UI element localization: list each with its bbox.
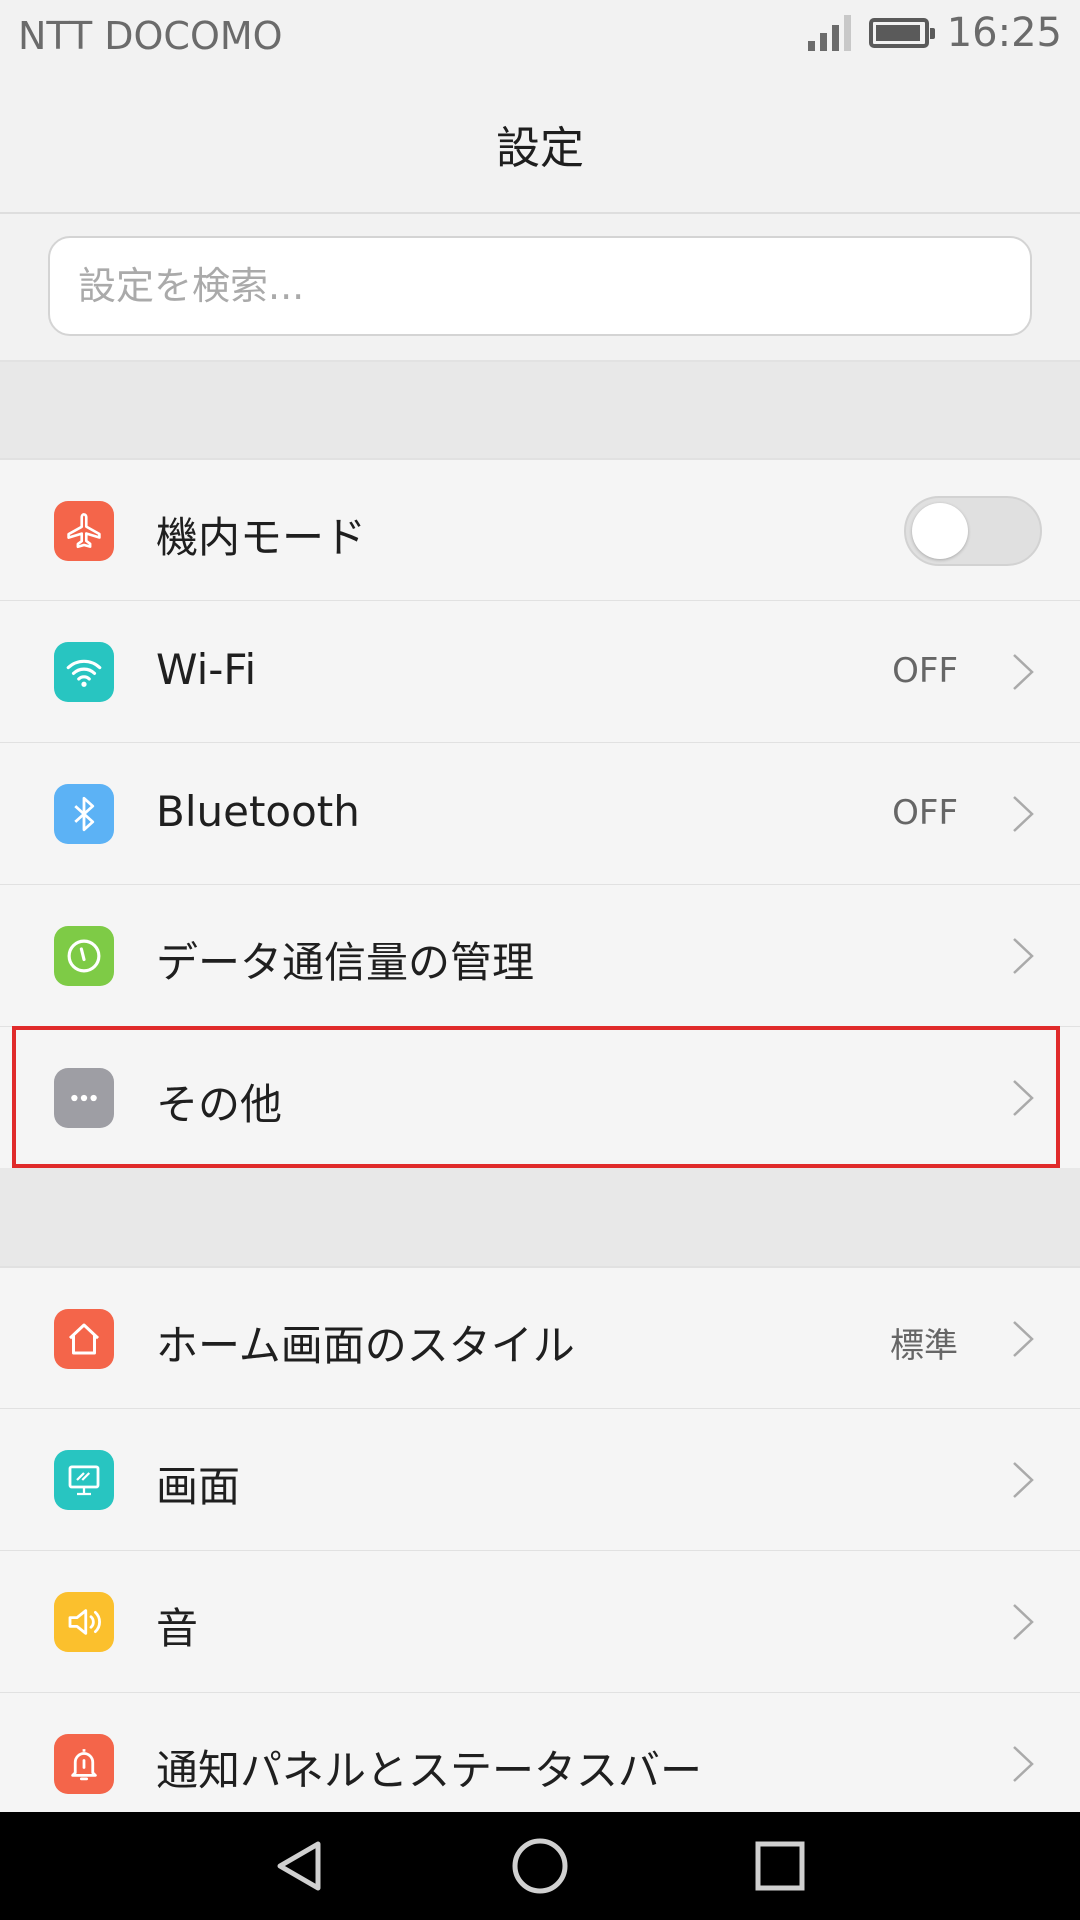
settings-group-device: ホーム画面のスタイル 標準 画面 音 通知パネルとステータスバー xyxy=(0,1266,1080,1834)
navigation-bar xyxy=(0,1812,1080,1920)
battery-icon xyxy=(868,18,935,48)
settings-item-wifi[interactable]: Wi-Fi OFF xyxy=(0,600,1080,742)
sound-label: 音 xyxy=(156,1604,199,1653)
chevron-right-icon xyxy=(1013,1080,1034,1116)
chevron-right-icon xyxy=(1013,1604,1034,1640)
settings-item-display[interactable]: 画面 xyxy=(0,1408,1080,1550)
settings-group-connectivity: 機内モード Wi-Fi OFF Bluetooth OFF データ通信量の管理 … xyxy=(0,458,1080,1168)
data-usage-icon xyxy=(54,926,114,986)
sound-icon xyxy=(54,1592,114,1652)
carrier-label: NTT DOCOMO xyxy=(18,14,283,58)
airplane-icon xyxy=(54,501,114,561)
home-icon xyxy=(54,1309,114,1369)
section-divider xyxy=(0,362,1080,458)
settings-item-data-usage[interactable]: データ通信量の管理 xyxy=(0,884,1080,1026)
home-circle-icon[interactable] xyxy=(510,1836,570,1896)
other-label: その他 xyxy=(156,1080,283,1129)
status-indicators: 16:25 xyxy=(807,10,1062,56)
bluetooth-icon xyxy=(54,784,114,844)
airplane-mode-toggle[interactable] xyxy=(904,496,1042,566)
recents-icon[interactable] xyxy=(750,1836,810,1896)
section-divider xyxy=(0,1168,1080,1266)
chevron-right-icon xyxy=(1013,1321,1034,1357)
chevron-right-icon xyxy=(1013,654,1034,690)
clock: 16:25 xyxy=(946,10,1062,56)
airplane-mode-label: 機内モード xyxy=(156,513,367,562)
settings-item-home-style[interactable]: ホーム画面のスタイル 標準 xyxy=(0,1266,1080,1408)
display-icon xyxy=(54,1450,114,1510)
chevron-right-icon xyxy=(1013,1746,1034,1782)
wifi-label: Wi-Fi xyxy=(156,645,257,694)
chevron-right-icon xyxy=(1013,796,1034,832)
settings-item-bluetooth[interactable]: Bluetooth OFF xyxy=(0,742,1080,884)
home-style-label: ホーム画面のスタイル xyxy=(156,1321,575,1370)
bluetooth-status: OFF xyxy=(892,793,958,833)
back-icon[interactable] xyxy=(270,1836,330,1896)
settings-item-airplane-mode[interactable]: 機内モード xyxy=(0,458,1080,600)
more-icon xyxy=(54,1068,114,1128)
wifi-icon xyxy=(54,642,114,702)
data-usage-label: データ通信量の管理 xyxy=(156,938,535,987)
wifi-status: OFF xyxy=(892,651,958,691)
home-style-value: 標準 xyxy=(890,1326,958,1366)
display-label: 画面 xyxy=(156,1462,241,1511)
bluetooth-label: Bluetooth xyxy=(156,787,360,836)
status-bar: NTT DOCOMO 16:25 xyxy=(0,0,1080,76)
bell-icon xyxy=(54,1734,114,1794)
search-input[interactable] xyxy=(48,236,1032,336)
chevron-right-icon xyxy=(1013,938,1034,974)
notification-label: 通知パネルとステータスバー xyxy=(156,1746,703,1795)
chevron-right-icon xyxy=(1013,1462,1034,1498)
toggle-knob xyxy=(912,503,968,559)
page-title: 設定 xyxy=(496,123,584,174)
settings-item-sound[interactable]: 音 xyxy=(0,1550,1080,1692)
title-bar: 設定 xyxy=(0,76,1080,214)
signal-icon xyxy=(807,15,851,51)
search-section xyxy=(0,214,1080,362)
settings-item-other[interactable]: その他 xyxy=(0,1026,1080,1168)
